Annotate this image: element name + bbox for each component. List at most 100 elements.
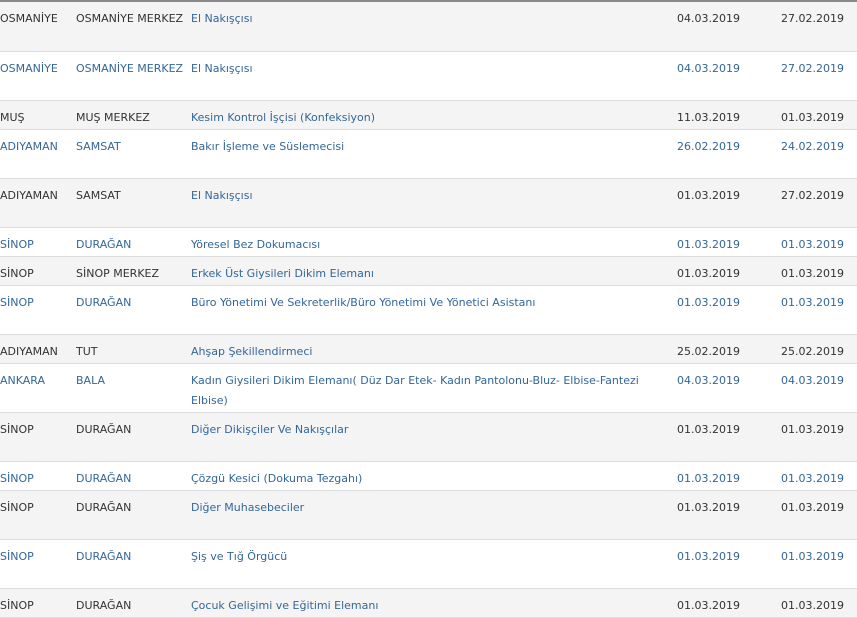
date2-text: 25.02.2019 — [781, 344, 844, 358]
occupation-link[interactable]: Kadın Giysileri Dikim Elemanı( Düz Dar E… — [191, 374, 639, 407]
occupation-link[interactable]: Büro Yönetimi Ve Sekreterlik/Büro Yöneti… — [191, 296, 535, 309]
occupation-link[interactable]: Diğer Muhasebeciler — [191, 501, 304, 514]
date2-cell: 24.02.2019 — [781, 129, 857, 179]
date1-text: 01.03.2019 — [677, 266, 740, 280]
district-cell: OSMANİYE MERKEZ — [76, 51, 191, 101]
district-text: DURAĞAN — [76, 549, 132, 563]
district-cell: DURAĞAN — [76, 227, 191, 257]
table-row[interactable]: SİNOP DURAĞAN Diğer Dikişçiler Ve Nakışçıl… — [0, 412, 857, 462]
date1-cell: 26.02.2019 — [677, 129, 781, 179]
occupation-link[interactable]: Yöresel Bez Dokumacısı — [191, 238, 320, 251]
province-text: SİNOP — [0, 471, 34, 485]
date2-cell: 25.02.2019 — [781, 334, 857, 364]
district-cell: SİNOP MERKEZ — [76, 256, 191, 286]
date1-text: 01.03.2019 — [677, 549, 740, 563]
table-row[interactable]: SİNOP SİNOP MERKEZ Erkek Üst Giysileri Dik… — [0, 256, 857, 286]
date1-cell: 04.03.2019 — [677, 363, 781, 413]
occupation-cell: El Nakışçısı — [191, 2, 677, 52]
occupation-cell: Çocuk Gelişimi ve Eğitimi Elemanı — [191, 588, 677, 618]
date1-text: 01.03.2019 — [677, 188, 740, 202]
date1-text: 04.03.2019 — [677, 12, 740, 25]
occupation-cell: El Nakışçısı — [191, 178, 677, 228]
occupation-cell: El Nakışçısı — [191, 51, 677, 101]
date1-cell: 01.03.2019 — [677, 227, 781, 257]
table-row[interactable]: SİNOP DURAĞAN Yöresel Bez Dokumacısı 01.03.… — [0, 227, 857, 257]
table-row[interactable]: OSMANİYE OSMANİYE MERKEZ El Nakışçısı 04.03… — [0, 2, 857, 52]
table-row[interactable]: SİNOP DURAĞAN Büro Yönetimi Ve Sekreterlik… — [0, 285, 857, 335]
table-row[interactable]: MUŞ MUŞ MERKEZ Kesim Kontrol İşçisi (Konfe… — [0, 100, 857, 130]
date2-text: 24.02.2019 — [781, 139, 844, 153]
date1-text: 01.03.2019 — [677, 500, 740, 514]
date2-cell: 04.03.2019 — [781, 363, 857, 413]
occupation-cell: Çözgü Kesici (Dokuma Tezgahı) — [191, 461, 677, 491]
occupation-link[interactable]: Kesim Kontrol İşçisi (Konfeksiyon) — [191, 111, 375, 124]
date2-cell: 01.03.2019 — [781, 285, 857, 335]
table-row[interactable]: SİNOP DURAĞAN Şiş ve Tığ Örgücü 01.03.2019 0… — [0, 539, 857, 589]
occupation-link[interactable]: Bakır İşleme ve Süslemecisi — [191, 140, 344, 153]
district-text: OSMANİYE MERKEZ — [76, 12, 184, 25]
table-row[interactable]: ADIYAMAN SAMSAT Bakır İşleme ve Süslemecis… — [0, 129, 857, 179]
date1-text: 01.03.2019 — [677, 471, 740, 485]
occupation-link[interactable]: Çocuk Gelişimi ve Eğitimi Elemanı — [191, 599, 378, 612]
district-cell: DURAĞAN — [76, 412, 191, 462]
district-cell: MUŞ MERKEZ — [76, 100, 191, 130]
job-listings-body: OSMANİYE OSMANİYE MERKEZ El Nakışçısı 04.03… — [0, 2, 857, 618]
date2-cell: 01.03.2019 — [781, 490, 857, 540]
province-cell: SİNOP — [0, 539, 76, 589]
occupation-link[interactable]: Şiş ve Tığ Örgücü — [191, 550, 287, 563]
date1-cell: 01.03.2019 — [677, 285, 781, 335]
province-cell: ADIYAMAN — [0, 178, 76, 228]
occupation-link[interactable]: Çözgü Kesici (Dokuma Tezgahı) — [191, 472, 362, 485]
table-row[interactable]: ADIYAMAN TUT Ahşap Şekillendirmeci 25.02.20… — [0, 334, 857, 364]
date2-text: 01.03.2019 — [781, 500, 844, 514]
district-cell: SAMSAT — [76, 129, 191, 179]
date2-cell: 01.03.2019 — [781, 100, 857, 130]
date2-text: 04.03.2019 — [781, 373, 844, 387]
province-cell: SİNOP — [0, 461, 76, 491]
province-cell: ADIYAMAN — [0, 334, 76, 364]
occupation-link[interactable]: Erkek Üst Giysileri Dikim Elemanı — [191, 267, 374, 280]
occupation-link[interactable]: Diğer Dikişçiler Ve Nakışçılar — [191, 423, 348, 436]
table-row[interactable]: OSMANİYE OSMANİYE MERKEZ El Nakışçısı 04.03… — [0, 51, 857, 101]
date1-cell: 01.03.2019 — [677, 412, 781, 462]
province-text: OSMANİYE — [0, 61, 58, 75]
district-text: DURAĞAN — [76, 500, 132, 514]
occupation-cell: Bakır İşleme ve Süslemecisi — [191, 129, 677, 179]
province-text: ANKARA — [0, 373, 46, 387]
date2-cell: 01.03.2019 — [781, 256, 857, 286]
province-cell: SİNOP — [0, 227, 76, 257]
date2-cell: 01.03.2019 — [781, 539, 857, 589]
date2-cell: 01.03.2019 — [781, 461, 857, 491]
province-cell: SİNOP — [0, 285, 76, 335]
table-row[interactable]: ADIYAMAN SAMSAT El Nakışçısı 01.03.2019 27.0… — [0, 178, 857, 228]
district-cell: OSMANİYE MERKEZ — [76, 2, 191, 52]
table-row[interactable]: SİNOP DURAĞAN Diğer Muhasebeciler 01.03.201… — [0, 490, 857, 540]
occupation-link[interactable]: Ahşap Şekillendirmeci — [191, 345, 312, 358]
district-text: BALA — [76, 373, 105, 387]
district-text: DURAĞAN — [76, 295, 132, 309]
occupation-link[interactable]: El Nakışçısı — [191, 62, 253, 75]
date2-cell: 01.03.2019 — [781, 227, 857, 257]
occupation-cell: Büro Yönetimi Ve Sekreterlik/Büro Yöneti… — [191, 285, 677, 335]
province-text: OSMANİYE — [0, 12, 58, 25]
province-cell: ADIYAMAN — [0, 129, 76, 179]
occupation-link[interactable]: El Nakışçısı — [191, 12, 253, 25]
date1-text: 11.03.2019 — [677, 110, 740, 124]
occupation-link[interactable]: El Nakışçısı — [191, 189, 253, 202]
province-text: SİNOP — [0, 266, 34, 280]
occupation-cell: Diğer Muhasebeciler — [191, 490, 677, 540]
table-row[interactable]: SİNOP DURAĞAN Çözgü Kesici (Dokuma Tezgahı… — [0, 461, 857, 491]
table-row[interactable]: SİNOP DURAĞAN Çocuk Gelişimi ve Eğitimi El… — [0, 588, 857, 618]
occupation-cell: Kesim Kontrol İşçisi (Konfeksiyon) — [191, 100, 677, 130]
district-text: DURAĞAN — [76, 422, 132, 436]
date1-cell: 11.03.2019 — [677, 100, 781, 130]
district-cell: TUT — [76, 334, 191, 364]
table-row[interactable]: ANKARA BALA Kadın Giysileri Dikim Elemanı(… — [0, 363, 857, 413]
province-text: SİNOP — [0, 500, 34, 514]
district-cell: DURAĞAN — [76, 285, 191, 335]
province-cell: OSMANİYE — [0, 51, 76, 101]
date1-cell: 04.03.2019 — [677, 51, 781, 101]
date1-text: 01.03.2019 — [677, 422, 740, 436]
district-cell: SAMSAT — [76, 178, 191, 228]
district-text: DURAĞAN — [76, 237, 132, 251]
